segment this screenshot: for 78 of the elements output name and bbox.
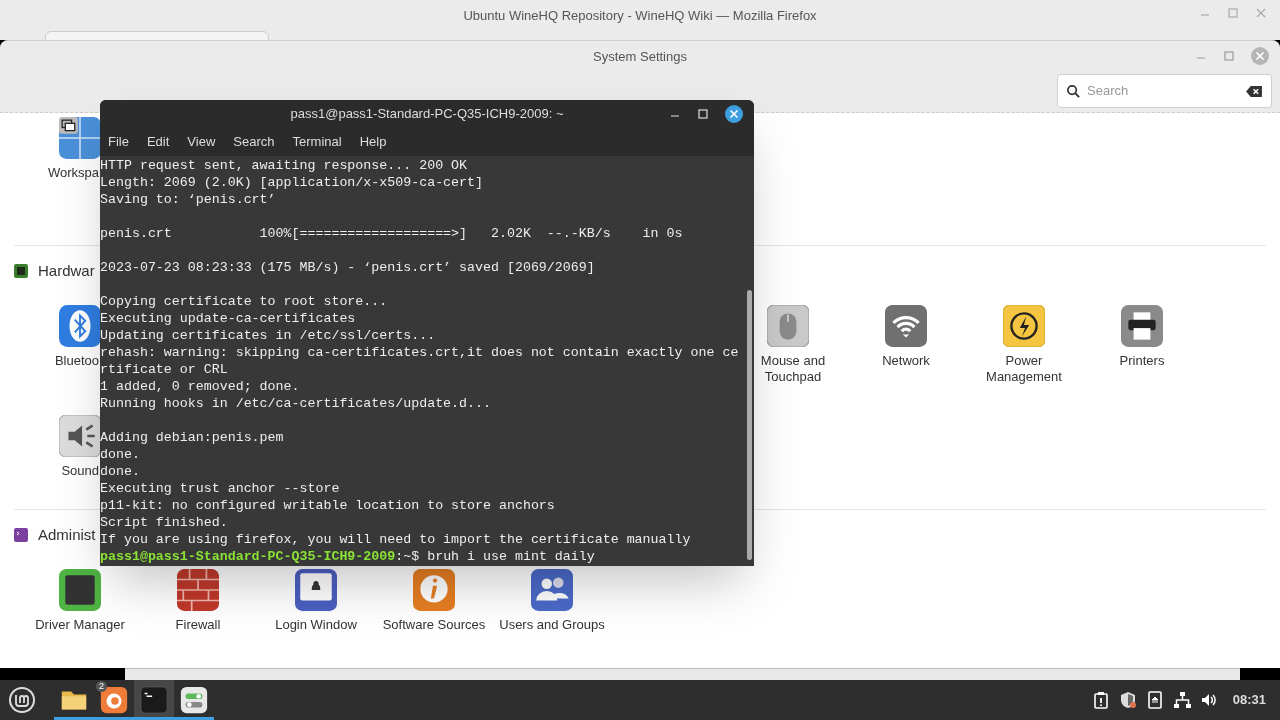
scrollbar-thumb[interactable] [747, 290, 752, 560]
shield-icon[interactable] [1118, 691, 1137, 709]
settings-item[interactable]: Software Sources [382, 616, 486, 633]
settings-item[interactable]: Printers [1119, 352, 1165, 369]
settings-item[interactable]: Login Window [275, 616, 357, 633]
terminal-line: Saving to: ‘penis.crt’ [100, 191, 276, 208]
window-title: System Settings [593, 48, 687, 66]
settings-item[interactable]: Workspa [47, 165, 99, 181]
info-icon[interactable] [413, 568, 455, 611]
taskbar-button[interactable]: 2 [94, 680, 134, 720]
settings-item[interactable]: Firewall [175, 616, 221, 633]
terminal-line: p11-kit: no configured writable location to store anchors [100, 497, 555, 514]
search-field[interactable]: Search [1057, 74, 1272, 108]
speaker-icon[interactable] [59, 414, 101, 457]
terminal-line: 2023-07-23 08:23:33 (175 MB/s) - ‘penis.crt’ saved [2069/2069] [100, 259, 595, 276]
menu-item[interactable]: Search [233, 132, 275, 152]
menu-item[interactable]: Help [359, 132, 387, 152]
terminal-line: Executing update-ca-certificates [100, 310, 356, 327]
terminal-line: Script finished. [100, 514, 228, 531]
terminal-line: Copying certificate to root store... [100, 293, 388, 310]
settings-item[interactable]: Driver Manager [35, 616, 125, 633]
menu-item[interactable]: View [187, 132, 216, 152]
menu-item[interactable]: Edit [146, 132, 170, 152]
terminal-line: Running hooks in /etc/ca-certificates/update.d... [100, 395, 491, 412]
terminal-line: Length: 2069 (2.0K) [application/x-x509-ca-cert] [100, 174, 483, 191]
terminal-line: Executing trust anchor --store [100, 480, 340, 497]
clear-icon[interactable] [1246, 84, 1263, 98]
window-title: Ubuntu WineHQ Repository - WineHQ Wiki — Mozilla Firefox [463, 7, 817, 25]
terminal-icon [139, 685, 169, 715]
lightning-icon[interactable] [1003, 304, 1045, 347]
terminal-command: :~$ bruh i use mint daily [395, 548, 595, 565]
printer-icon[interactable] [1121, 304, 1163, 347]
volume-icon[interactable] [1199, 691, 1218, 709]
eject-icon[interactable] [1145, 691, 1164, 709]
terminal-line: If you are using firefox, you will need to import the certificate manually [100, 531, 691, 548]
search-input[interactable]: Search [1087, 81, 1240, 101]
settings-item[interactable]: Bluetoo [54, 352, 99, 369]
login-screen-icon[interactable] [295, 568, 337, 611]
prompt-user-host: pass1@pass1-Standard-PC-Q35-ICH9-2009 [100, 548, 396, 565]
terminal-line: rehash: warning: skipping ca-certificates.crt,it does not contain exactly one ce [100, 344, 739, 361]
menu-item[interactable]: File [108, 132, 129, 152]
settings-item[interactable]: Mouse and Touchpad [759, 352, 827, 385]
clock[interactable]: 08:31 [1232, 690, 1266, 710]
bluetooth-icon[interactable] [59, 304, 101, 347]
terminal-line: penis.crt 100%[===================>] 2.02K --.-KB/s in 0s [100, 225, 683, 242]
chip-icon [14, 264, 28, 279]
settings-item[interactable]: Power Management [969, 352, 1079, 385]
notification-badge: 2 [96, 681, 107, 692]
close-icon[interactable] [724, 104, 744, 124]
chip-icon[interactable] [59, 568, 101, 611]
terminal-line: done. [100, 463, 140, 480]
menu-item[interactable]: Terminal [292, 132, 342, 152]
settings-item[interactable]: Network [882, 352, 930, 369]
search-icon [1066, 83, 1081, 99]
browser-icon [99, 685, 129, 715]
settings-item[interactable]: Sound [61, 462, 99, 479]
section-title: Hardwar [38, 261, 95, 281]
section-title: Administ [38, 525, 96, 545]
maximize-icon[interactable] [696, 107, 710, 121]
clipboard-icon[interactable] [1091, 691, 1110, 709]
terminal-icon [14, 528, 28, 543]
wifi-icon[interactable] [885, 304, 927, 347]
terminal-line: Updating certificates in /etc/ssl/certs... [100, 327, 436, 344]
network-icon[interactable] [1172, 691, 1191, 709]
menu-icon[interactable] [8, 686, 36, 714]
workspaces-icon[interactable] [59, 117, 101, 159]
terminal-line: rtificate or CRL [100, 361, 228, 378]
terminal-line: done. [100, 446, 140, 463]
mouse-icon[interactable] [767, 304, 809, 347]
terminal-line: 1 added, 0 removed; done. [100, 378, 300, 395]
brick-wall-icon[interactable] [177, 568, 219, 611]
settings-item[interactable]: Users and Groups [499, 616, 605, 633]
terminal-line: HTTP request sent, awaiting response... 200 OK [100, 157, 468, 174]
settings-icon [179, 685, 209, 715]
users-icon[interactable] [531, 568, 573, 611]
window-title: pass1@pass1-Standard-PC-Q35-ICH9-2009: ~ [290, 105, 564, 124]
taskbar-button[interactable] [134, 680, 174, 720]
terminal-line: Adding debian:penis.pem [100, 429, 284, 446]
